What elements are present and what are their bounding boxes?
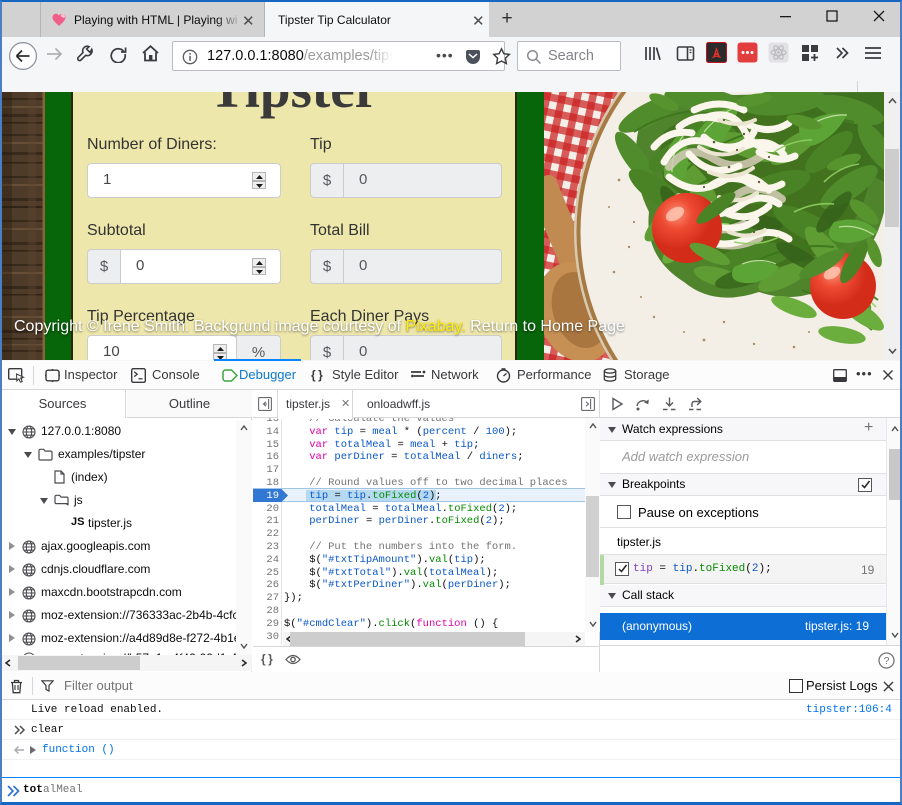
svg-text:?: ?: [884, 655, 890, 667]
